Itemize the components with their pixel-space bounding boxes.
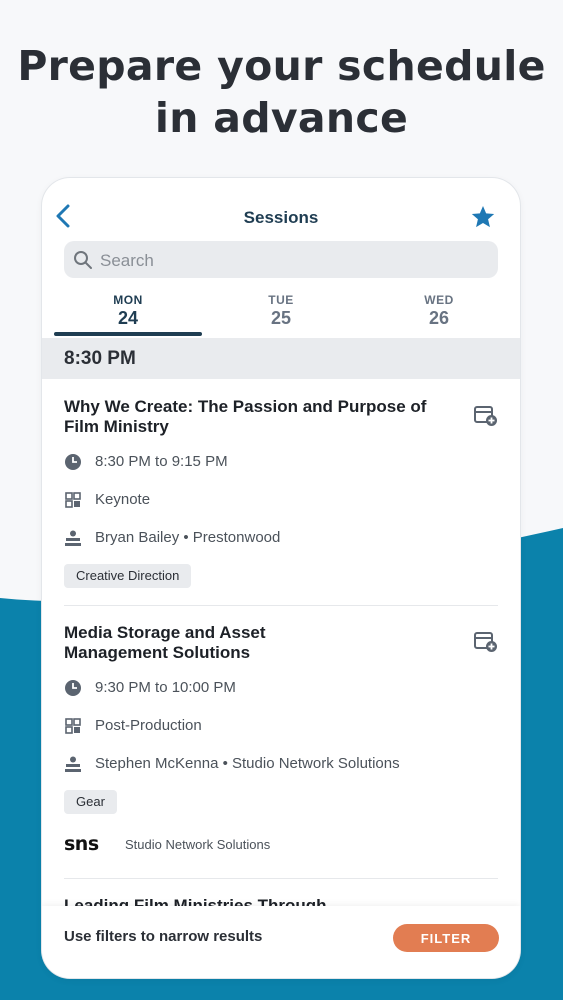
clock-icon [65,680,81,696]
session-time-text: 8:30 PM to 9:15 PM [95,453,228,470]
top-bar: Sessions [42,178,520,238]
filter-button[interactable]: FILTER [393,924,499,952]
session-type-icon [65,492,81,508]
add-to-calendar-icon[interactable] [474,405,498,427]
session-card[interactable]: Media Storage and Asset Management Solut… [64,623,498,879]
sponsor-logo: sns [64,833,99,855]
add-to-calendar-icon[interactable] [474,631,498,653]
tab-day-name: MON [113,293,143,307]
clock-icon [65,454,81,470]
session-type-icon [65,718,81,734]
session-speaker-text: Stephen McKenna • Studio Network Solutio… [95,755,400,772]
tab-day-name: WED [424,293,454,307]
tab-day-name: TUE [268,293,294,307]
search-input[interactable] [98,241,492,280]
session-title[interactable]: Why We Create: The Passion and Purpose o… [64,397,454,437]
tab-monday[interactable]: MON 24 [54,286,202,338]
tab-tuesday[interactable]: TUE 25 [207,286,355,338]
headline-line-2: in advance [154,94,409,142]
star-icon[interactable] [470,204,496,230]
speaker-podium-icon [65,756,81,772]
screen-title: Sessions [243,208,319,227]
phone-screen: Sessions MON 24 TUE 25 WED 26 8:30 PM Wh… [42,178,520,978]
tab-day-number: 24 [117,308,139,328]
session-tag[interactable]: Creative Direction [64,564,192,588]
active-tab-indicator [54,332,202,336]
tab-day-number: 25 [270,308,292,328]
tab-day-number: 26 [428,308,450,328]
speaker-podium-icon [65,530,81,546]
session-title[interactable]: Media Storage and Asset Management Solut… [64,623,364,663]
search-bar[interactable] [64,241,498,280]
tab-wednesday[interactable]: WED 26 [365,286,513,338]
filter-footer: Use filters to narrow results FILTER [42,906,520,978]
session-type-text: Post-Production [95,717,202,734]
headline: Prepare your schedule in advance [0,40,563,144]
headline-line-1: Prepare your schedule [17,42,546,90]
search-icon [74,251,92,269]
time-section-header: 8:30 PM [42,338,520,379]
session-type-text: Keynote [95,491,151,508]
divider [64,605,498,606]
session-tag[interactable]: Gear [64,790,117,814]
session-speaker-text: Bryan Bailey • Prestonwood [95,529,281,546]
session-time-text: 9:30 PM to 10:00 PM [95,679,236,696]
sponsor-name: Studio Network Solutions [125,837,271,852]
session-card[interactable]: Why We Create: The Passion and Purpose o… [64,397,498,606]
divider [64,878,498,879]
filter-hint: Use filters to narrow results [64,928,263,945]
